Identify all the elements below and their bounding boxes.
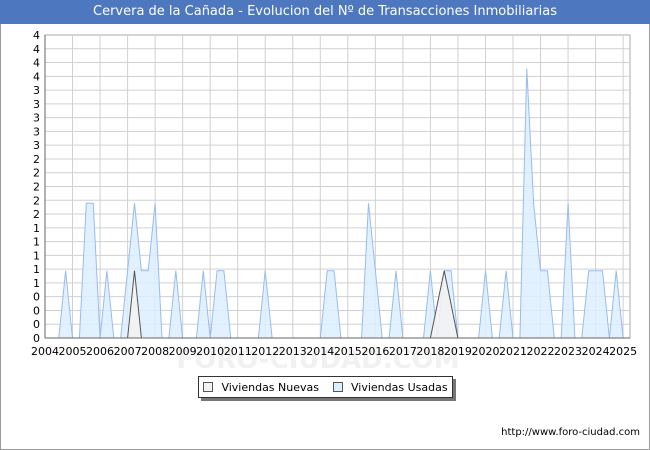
legend-label-nuevas: Viviendas Nuevas [221,380,319,394]
legend: Viviendas Nuevas Viviendas Usadas [198,376,453,398]
y-tick-label: 4 [33,57,40,70]
legend-label-usadas: Viviendas Usadas [350,380,448,394]
legend-item-usadas: Viviendas Usadas [332,380,448,394]
legend-swatch-usadas [332,382,343,392]
x-tick-label: 2018 [416,345,444,358]
y-tick-label: 3 [33,112,40,125]
x-tick-label: 2015 [334,345,362,358]
y-tick-label: 2 [33,153,40,166]
x-tick-label: 2011 [224,345,252,358]
x-tick-label: 2016 [361,345,389,358]
y-tick-label: 3 [33,84,40,97]
y-tick-label: 0 [33,332,40,345]
y-tick-label: 3 [33,139,40,152]
y-tick-label: 4 [33,29,40,42]
y-tick-label: 1 [33,222,40,235]
y-tick-label: 4 [33,43,40,56]
x-tick-label: 2005 [59,345,87,358]
legend-item-nuevas: Viviendas Nuevas [203,381,319,394]
x-tick-label: 2009 [169,345,197,358]
x-tick-label: 2013 [279,345,307,358]
y-tick-label: 0 [33,291,40,304]
x-tick-label: 2006 [86,345,114,358]
x-tick-label: 2007 [114,345,142,358]
y-tick-label: 1 [33,236,40,249]
y-tick-label: 2 [33,194,40,207]
y-tick-label: 2 [33,167,40,180]
y-tick-label: 1 [33,277,40,290]
y-tick-label: 2 [33,181,40,194]
x-tick-label: 2025 [609,345,637,358]
x-tick-label: 2019 [444,345,472,358]
source-link[interactable]: http://www.foro-ciudad.com [501,427,640,438]
y-tick-label: 1 [33,263,40,276]
y-tick-label: 3 [33,125,40,138]
x-tick-label: 2021 [499,345,527,358]
y-tick-label: 0 [33,304,40,317]
x-tick-label: 2022 [527,345,555,358]
legend-swatch-nuevas [203,382,214,392]
x-tick-label: 2004 [31,345,59,358]
y-tick-label: 3 [33,98,40,111]
x-tick-label: 2008 [141,345,169,358]
x-tick-label: 2020 [471,345,499,358]
y-tick-label: 0 [33,318,40,331]
y-tick-label: 1 [33,249,40,262]
x-tick-label: 2012 [251,345,279,358]
x-tick-label: 2010 [196,345,224,358]
x-tick-label: 2014 [306,345,334,358]
x-tick-label: 2023 [554,345,582,358]
y-tick-label: 2 [33,208,40,221]
x-tick-label: 2024 [582,345,610,358]
y-tick-label: 4 [33,70,40,83]
x-tick-label: 2017 [389,345,417,358]
